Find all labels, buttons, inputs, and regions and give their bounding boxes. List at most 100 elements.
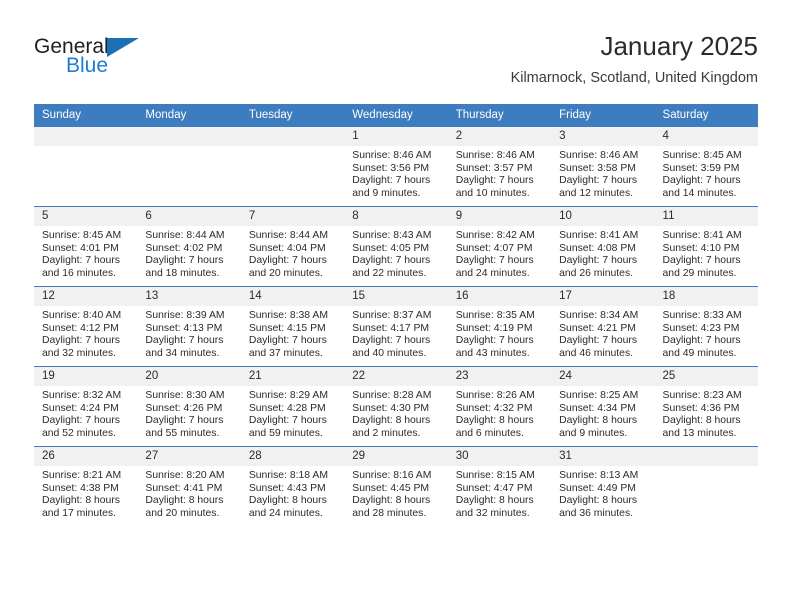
sunset-text: Sunset: 4:04 PM xyxy=(248,242,326,254)
daylight-text-line1: Daylight: 7 hours xyxy=(248,415,327,427)
day-details: Sunrise: 8:18 AM Sunset: 4:43 PM Daylight:… xyxy=(241,466,344,520)
calendar-day-cell[interactable]: 12 Sunrise: 8:40 AM Sunset: 4:12 PM Dayligh… xyxy=(34,286,138,367)
calendar-week-row: 5 Sunrise: 8:45 AM Sunset: 4:01 PM Daylight… xyxy=(34,206,758,287)
daylight-text-line1: Daylight: 7 hours xyxy=(42,415,120,427)
calendar-day-cell[interactable]: 25 Sunrise: 8:23 AM Sunset: 4:36 PM Dayligh… xyxy=(654,366,758,447)
sunrise-text: Sunrise: 8:41 AM xyxy=(559,230,639,241)
sunrise-text: Sunrise: 8:45 AM xyxy=(662,150,742,161)
daylight-text-line1: Daylight: 7 hours xyxy=(662,255,741,267)
calendar-day-cell[interactable]: 6 Sunrise: 8:44 AM Sunset: 4:02 PM Daylight… xyxy=(137,206,241,287)
calendar-day-cell[interactable]: 22 Sunrise: 8:28 AM Sunset: 4:30 PM Dayligh… xyxy=(344,366,448,447)
sunset-text: Sunset: 4:30 PM xyxy=(352,402,430,414)
daylight-text-line1: Daylight: 7 hours xyxy=(455,255,534,267)
daylight-text-line1: Daylight: 8 hours xyxy=(559,415,638,427)
calendar-day-cell[interactable]: 24 Sunrise: 8:25 AM Sunset: 4:34 PM Dayligh… xyxy=(551,366,655,447)
daylight-text-line2: and 43 minutes. xyxy=(455,347,530,359)
general-blue-logo[interactable]: General Blue xyxy=(34,36,184,86)
day-number: 7 xyxy=(240,207,345,226)
daylight-text-line2: and 49 minutes. xyxy=(662,347,737,359)
daylight-text-line2: and 10 minutes. xyxy=(455,187,530,199)
calendar-day-cell[interactable]: 17 Sunrise: 8:34 AM Sunset: 4:21 PM Dayligh… xyxy=(551,286,655,367)
day-details: Sunrise: 8:39 AM Sunset: 4:13 PM Daylight:… xyxy=(137,306,240,360)
weekday-header-monday: Monday xyxy=(137,104,241,127)
calendar-day-cell[interactable]: 1 Sunrise: 8:46 AM Sunset: 3:56 PM Daylight… xyxy=(344,127,448,207)
calendar-day-cell[interactable]: 28 Sunrise: 8:18 AM Sunset: 4:43 PM Dayligh… xyxy=(240,446,345,526)
day-number: 29 xyxy=(344,447,448,466)
day-details: Sunrise: 8:38 AM Sunset: 4:15 PM Daylight:… xyxy=(241,306,344,360)
calendar-day-cell[interactable]: 15 Sunrise: 8:37 AM Sunset: 4:17 PM Dayligh… xyxy=(344,286,448,367)
sunrise-text: Sunrise: 8:45 AM xyxy=(42,230,122,241)
calendar-day-cell-empty xyxy=(240,127,345,207)
daylight-text-line2: and 37 minutes. xyxy=(248,347,323,359)
sunrise-text: Sunrise: 8:23 AM xyxy=(662,390,742,401)
day-details: Sunrise: 8:23 AM Sunset: 4:36 PM Daylight:… xyxy=(655,386,758,440)
daylight-text-line2: and 20 minutes. xyxy=(145,507,220,519)
calendar-day-cell[interactable]: 5 Sunrise: 8:45 AM Sunset: 4:01 PM Daylight… xyxy=(34,206,138,287)
daylight-text-line1: Daylight: 7 hours xyxy=(662,175,741,187)
sunrise-text: Sunrise: 8:46 AM xyxy=(455,150,535,161)
calendar-day-cell[interactable]: 20 Sunrise: 8:30 AM Sunset: 4:26 PM Dayligh… xyxy=(137,366,241,447)
calendar-day-cell[interactable]: 30 Sunrise: 8:15 AM Sunset: 4:47 PM Dayligh… xyxy=(447,446,552,526)
daylight-text-line1: Daylight: 7 hours xyxy=(42,255,120,267)
sunrise-sunset-calendar: Sunday Monday Tuesday Wednesday Thursday Frid… xyxy=(34,104,758,526)
day-details: Sunrise: 8:41 AM Sunset: 4:10 PM Daylight:… xyxy=(655,226,758,280)
day-number: 10 xyxy=(551,207,655,226)
calendar-week-row: 12 Sunrise: 8:40 AM Sunset: 4:12 PM Dayligh… xyxy=(34,286,758,367)
sunrise-text: Sunrise: 8:33 AM xyxy=(662,310,742,321)
calendar-day-cell[interactable]: 14 Sunrise: 8:38 AM Sunset: 4:15 PM Dayligh… xyxy=(240,286,345,367)
daylight-text-line2: and 24 minutes. xyxy=(248,507,323,519)
daylight-text-line2: and 2 minutes. xyxy=(352,427,421,439)
daylight-text-line1: Daylight: 8 hours xyxy=(248,495,327,507)
daylight-text-line1: Daylight: 7 hours xyxy=(145,335,224,347)
calendar-day-cell[interactable]: 7 Sunrise: 8:44 AM Sunset: 4:04 PM Daylight… xyxy=(240,206,345,287)
daylight-text-line1: Daylight: 8 hours xyxy=(559,495,638,507)
calendar-day-cell[interactable]: 31 Sunrise: 8:13 AM Sunset: 4:49 PM Dayligh… xyxy=(551,446,655,526)
daylight-text-line1: Daylight: 8 hours xyxy=(662,415,741,427)
sunrise-text: Sunrise: 8:42 AM xyxy=(455,230,535,241)
day-details: Sunrise: 8:46 AM Sunset: 3:56 PM Daylight:… xyxy=(344,146,447,200)
day-number: 2 xyxy=(447,127,552,146)
sunset-text: Sunset: 4:34 PM xyxy=(559,402,636,414)
sunset-text: Sunset: 4:38 PM xyxy=(42,482,119,494)
calendar-day-cell[interactable]: 27 Sunrise: 8:20 AM Sunset: 4:41 PM Dayligh… xyxy=(137,446,241,526)
day-details: Sunrise: 8:34 AM Sunset: 4:21 PM Daylight:… xyxy=(551,306,654,360)
calendar-day-cell[interactable]: 18 Sunrise: 8:33 AM Sunset: 4:23 PM Dayligh… xyxy=(654,286,758,367)
calendar-day-cell[interactable]: 19 Sunrise: 8:32 AM Sunset: 4:24 PM Dayligh… xyxy=(34,366,138,447)
sunset-text: Sunset: 4:49 PM xyxy=(559,482,636,494)
sunrise-text: Sunrise: 8:35 AM xyxy=(455,310,535,321)
day-number: 23 xyxy=(447,367,552,386)
daylight-text-line2: and 32 minutes. xyxy=(455,507,530,519)
sunrise-text: Sunrise: 8:26 AM xyxy=(455,390,535,401)
calendar-day-cell[interactable]: 9 Sunrise: 8:42 AM Sunset: 4:07 PM Daylight… xyxy=(447,206,552,287)
calendar-day-cell[interactable]: 8 Sunrise: 8:43 AM Sunset: 4:05 PM Daylight… xyxy=(344,206,448,287)
sunrise-text: Sunrise: 8:20 AM xyxy=(145,470,225,481)
calendar-day-cell[interactable]: 13 Sunrise: 8:39 AM Sunset: 4:13 PM Dayligh… xyxy=(137,286,241,367)
calendar-day-cell[interactable]: 16 Sunrise: 8:35 AM Sunset: 4:19 PM Dayligh… xyxy=(447,286,552,367)
calendar-day-cell[interactable]: 23 Sunrise: 8:26 AM Sunset: 4:32 PM Dayligh… xyxy=(447,366,552,447)
sunset-text: Sunset: 4:45 PM xyxy=(352,482,430,494)
weekday-header-tuesday: Tuesday xyxy=(240,104,345,127)
day-details: Sunrise: 8:28 AM Sunset: 4:30 PM Daylight:… xyxy=(344,386,447,440)
calendar-day-cell[interactable]: 29 Sunrise: 8:16 AM Sunset: 4:45 PM Dayligh… xyxy=(344,446,448,526)
calendar-day-cell[interactable]: 21 Sunrise: 8:29 AM Sunset: 4:28 PM Dayligh… xyxy=(240,366,345,447)
day-number: 9 xyxy=(447,207,552,226)
calendar-day-cell[interactable]: 26 Sunrise: 8:21 AM Sunset: 4:38 PM Dayligh… xyxy=(34,446,138,526)
daylight-text-line2: and 59 minutes. xyxy=(248,427,323,439)
daylight-text-line1: Daylight: 7 hours xyxy=(352,175,431,187)
calendar-day-cell[interactable]: 3 Sunrise: 8:46 AM Sunset: 3:58 PM Daylight… xyxy=(551,127,655,207)
calendar-day-cell[interactable]: 11 Sunrise: 8:41 AM Sunset: 4:10 PM Dayligh… xyxy=(654,206,758,287)
calendar-day-cell[interactable]: 10 Sunrise: 8:41 AM Sunset: 4:08 PM Dayligh… xyxy=(551,206,655,287)
daylight-text-line1: Daylight: 8 hours xyxy=(145,495,224,507)
calendar-day-cell[interactable]: 2 Sunrise: 8:46 AM Sunset: 3:57 PM Daylight… xyxy=(447,127,552,207)
daylight-text-line2: and 9 minutes. xyxy=(352,187,421,199)
sunset-text: Sunset: 3:57 PM xyxy=(455,162,533,174)
sunset-text: Sunset: 4:12 PM xyxy=(42,322,119,334)
sunset-text: Sunset: 4:19 PM xyxy=(455,322,533,334)
calendar-day-cell[interactable]: 4 Sunrise: 8:45 AM Sunset: 3:59 PM Daylight… xyxy=(654,127,758,207)
day-details: Sunrise: 8:46 AM Sunset: 3:57 PM Daylight:… xyxy=(448,146,551,200)
sunrise-text: Sunrise: 8:29 AM xyxy=(248,390,328,401)
daylight-text-line1: Daylight: 7 hours xyxy=(248,335,327,347)
weekday-header-friday: Friday xyxy=(551,104,655,127)
day-details: Sunrise: 8:16 AM Sunset: 4:45 PM Daylight:… xyxy=(344,466,447,520)
day-details: Sunrise: 8:26 AM Sunset: 4:32 PM Daylight:… xyxy=(448,386,551,440)
